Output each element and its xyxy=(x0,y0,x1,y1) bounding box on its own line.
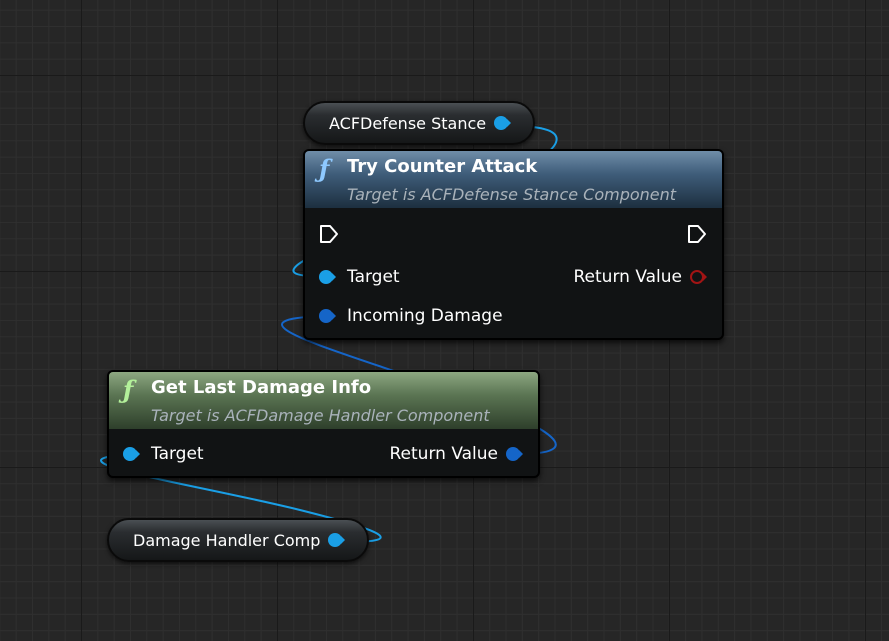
defense-stance-output-pin[interactable] xyxy=(494,116,512,130)
exec-input-pin-icon[interactable] xyxy=(319,224,339,244)
node-subtitle: Target is ACFDamage Handler Component xyxy=(151,406,490,425)
exec-output-row xyxy=(687,224,707,244)
return-value-output-pin[interactable] xyxy=(690,270,707,284)
function-icon: ƒ xyxy=(319,154,330,183)
function-icon: ƒ xyxy=(123,375,134,404)
incoming-damage-pin-row: Incoming Damage xyxy=(319,306,503,326)
target-pin-row: Target xyxy=(123,444,204,464)
target-pin-label: Target xyxy=(347,267,400,287)
damage-handler-variable-node[interactable]: Damage Handler Comp xyxy=(107,518,369,562)
get-last-damage-info-node[interactable]: ƒ Get Last Damage Info Target is ACFDama… xyxy=(107,370,540,478)
target-pin-row: Target xyxy=(319,267,400,287)
target-pin-label: Target xyxy=(151,444,204,464)
damage-handler-output-pin[interactable] xyxy=(328,533,346,547)
node-title: Try Counter Attack xyxy=(347,156,538,177)
node-title: Get Last Damage Info xyxy=(151,377,372,398)
exec-input-row xyxy=(319,224,339,244)
incoming-damage-pin-label: Incoming Damage xyxy=(347,306,503,326)
target-input-pin[interactable] xyxy=(319,270,336,284)
damage-handler-label: Damage Handler Comp xyxy=(133,530,321,550)
defense-stance-label: ACFDefense Stance xyxy=(329,113,487,133)
get-last-damage-info-header: ƒ Get Last Damage Info Target is ACFDama… xyxy=(109,372,538,429)
return-value-pin-row: Return Value xyxy=(574,267,707,287)
incoming-damage-input-pin[interactable] xyxy=(319,309,336,323)
exec-output-pin-icon[interactable] xyxy=(687,224,707,244)
return-value-pin-label: Return Value xyxy=(389,444,499,464)
try-counter-attack-node[interactable]: ƒ Try Counter Attack Target is ACFDefens… xyxy=(303,149,724,340)
target-input-pin[interactable] xyxy=(123,447,140,461)
node-subtitle: Target is ACFDefense Stance Component xyxy=(347,185,677,204)
return-value-pin-label: Return Value xyxy=(573,267,683,287)
return-value-output-pin[interactable] xyxy=(506,447,523,461)
try-counter-attack-header: ƒ Try Counter Attack Target is ACFDefens… xyxy=(305,151,722,208)
return-value-pin-row: Return Value xyxy=(390,444,523,464)
defense-stance-variable-node[interactable]: ACFDefense Stance xyxy=(303,101,535,145)
